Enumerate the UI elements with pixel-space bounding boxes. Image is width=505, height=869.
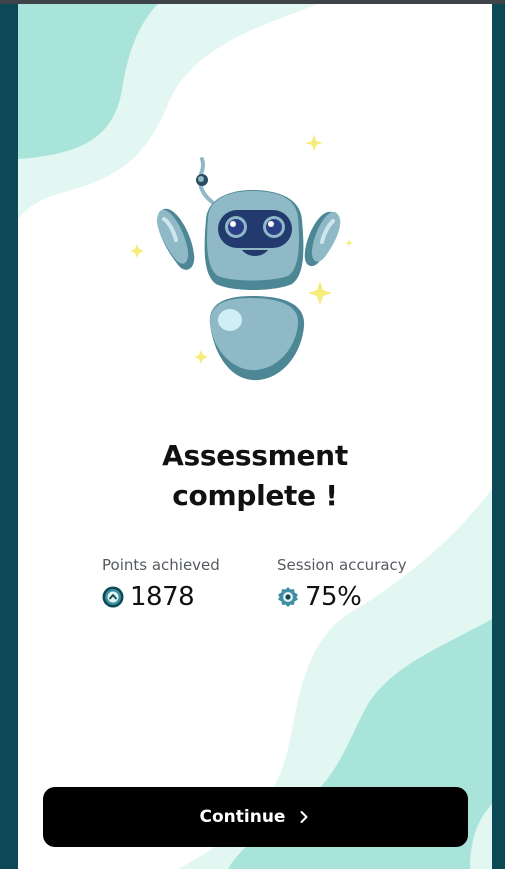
title-line-1: Assessment — [162, 439, 348, 472]
points-stat: Points achieved 1878 — [102, 556, 220, 612]
accuracy-label: Session accuracy — [277, 556, 407, 574]
title-line-2: complete ! — [172, 479, 338, 512]
accuracy-value: 75% — [305, 582, 362, 612]
accuracy-stat: Session accuracy 75% — [277, 556, 407, 612]
points-label: Points achieved — [102, 556, 220, 574]
points-value-row: 1878 — [102, 582, 220, 612]
continue-button[interactable]: Continue — [43, 787, 468, 847]
chevron-right-icon — [300, 811, 308, 823]
points-value: 1878 — [130, 582, 195, 612]
robot-mascot — [130, 134, 353, 381]
page-title: Assessment complete ! — [18, 436, 492, 516]
accuracy-value-row: 75% — [277, 582, 407, 612]
assessment-complete-screen: Assessment complete ! Points achieved 18… — [18, 4, 492, 869]
points-coin-icon — [102, 586, 124, 608]
continue-label: Continue — [199, 807, 286, 827]
target-icon — [278, 587, 298, 607]
